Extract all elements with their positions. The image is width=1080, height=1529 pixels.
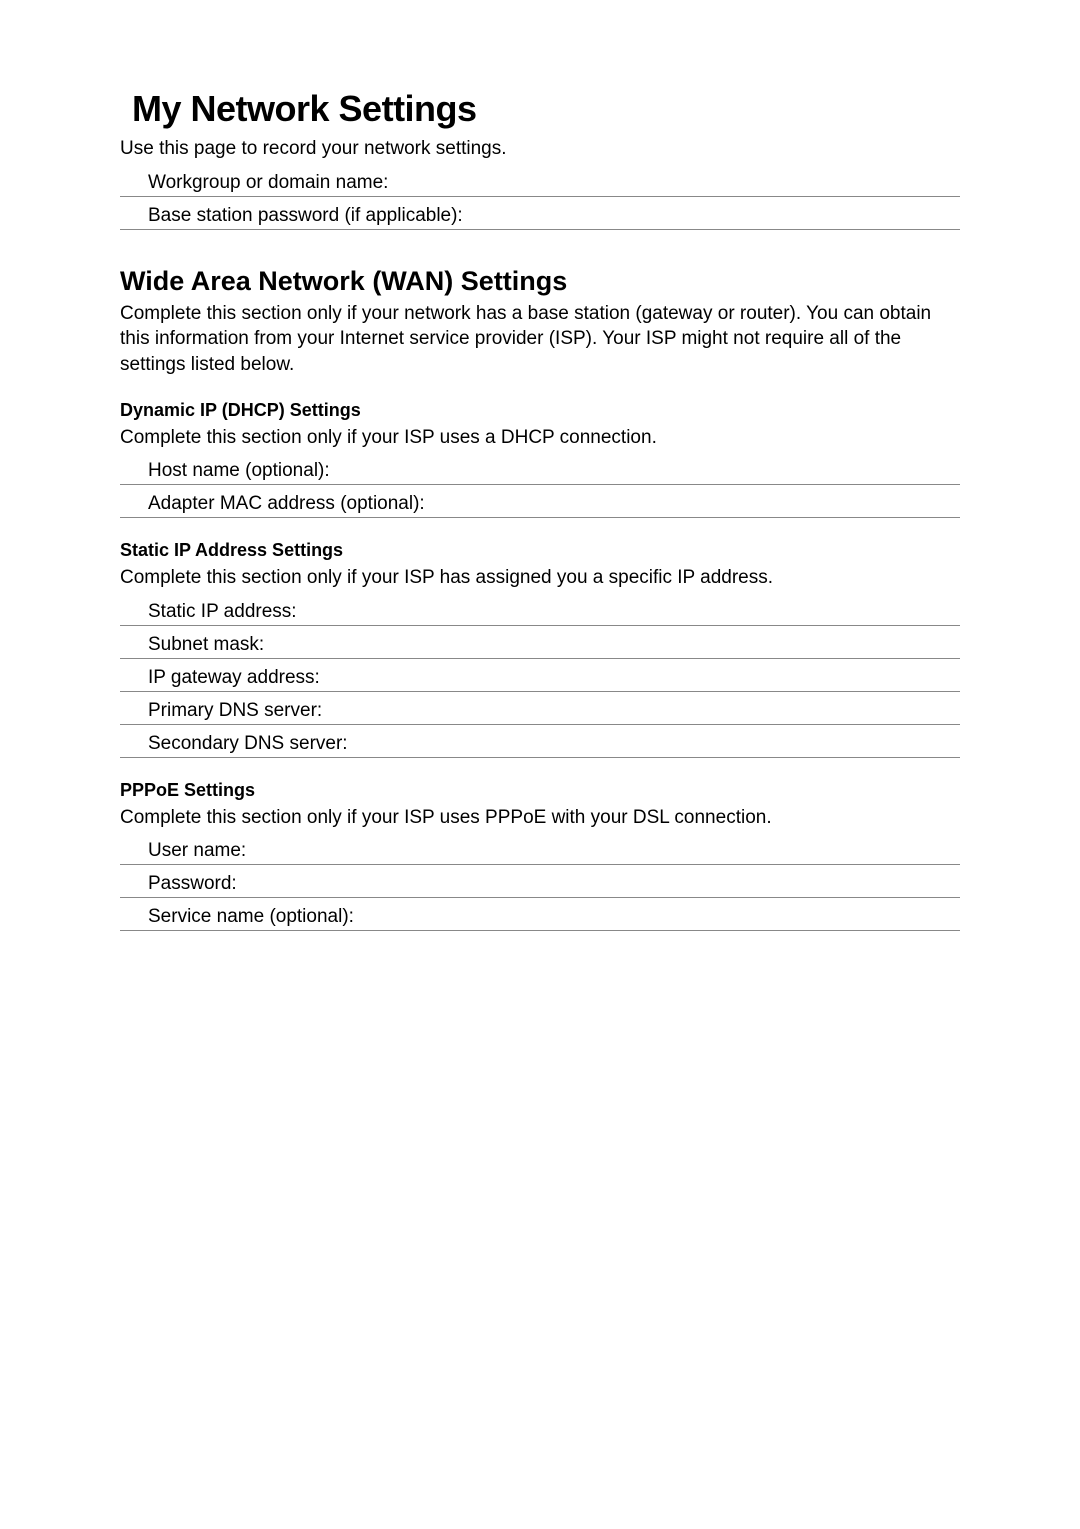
dhcp-description: Complete this section only if your ISP u… [120, 425, 960, 451]
field-label: Password: [148, 873, 237, 895]
field-label: Secondary DNS server: [148, 733, 348, 755]
field-label: Service name (optional): [148, 906, 354, 928]
mac-address-input[interactable] [425, 493, 960, 515]
ip-gateway-input[interactable] [320, 667, 960, 689]
staticip-subsection-title: Static IP Address Settings [120, 540, 960, 561]
page-title: My Network Settings [120, 88, 960, 130]
pppoe-subsection-title: PPPoE Settings [120, 780, 960, 801]
field-label: Primary DNS server: [148, 700, 322, 722]
pppoe-description: Complete this section only if your ISP u… [120, 805, 960, 831]
top-fields-group: Workgroup or domain name: Base station p… [120, 172, 960, 230]
hostname-input[interactable] [330, 460, 960, 482]
workgroup-input[interactable] [388, 172, 960, 194]
field-row-gateway: IP gateway address: [120, 667, 960, 692]
field-label: Static IP address: [148, 601, 297, 623]
field-row-password: Base station password (if applicable): [120, 205, 960, 230]
field-row-mac: Adapter MAC address (optional): [120, 493, 960, 518]
field-row-secondarydns: Secondary DNS server: [120, 733, 960, 758]
field-label: Subnet mask: [148, 634, 264, 656]
field-row-pppoe-password: Password: [120, 873, 960, 898]
field-row-workgroup: Workgroup or domain name: [120, 172, 960, 197]
field-row-primarydns: Primary DNS server: [120, 700, 960, 725]
secondary-dns-input[interactable] [348, 733, 960, 755]
pppoe-service-name-input[interactable] [354, 906, 960, 928]
subnet-mask-input[interactable] [264, 634, 960, 656]
pppoe-username-input[interactable] [246, 840, 960, 862]
pppoe-fields-group: User name: Password: Service name (optio… [120, 840, 960, 931]
field-row-staticip: Static IP address: [120, 601, 960, 626]
dhcp-fields-group: Host name (optional): Adapter MAC addres… [120, 460, 960, 518]
primary-dns-input[interactable] [322, 700, 960, 722]
wan-section-title: Wide Area Network (WAN) Settings [120, 266, 960, 297]
field-label: IP gateway address: [148, 667, 320, 689]
staticip-fields-group: Static IP address: Subnet mask: IP gatew… [120, 601, 960, 758]
field-row-servicename: Service name (optional): [120, 906, 960, 931]
field-row-hostname: Host name (optional): [120, 460, 960, 485]
field-label: Base station password (if applicable): [148, 205, 463, 227]
field-row-username: User name: [120, 840, 960, 865]
wan-description: Complete this section only if your netwo… [120, 301, 960, 378]
field-row-subnet: Subnet mask: [120, 634, 960, 659]
field-label: Adapter MAC address (optional): [148, 493, 425, 515]
page-description: Use this page to record your network set… [120, 136, 960, 162]
static-ip-input[interactable] [297, 601, 960, 623]
staticip-description: Complete this section only if your ISP h… [120, 565, 960, 591]
field-label: Workgroup or domain name: [148, 172, 388, 194]
dhcp-subsection-title: Dynamic IP (DHCP) Settings [120, 400, 960, 421]
pppoe-password-input[interactable] [237, 873, 960, 895]
base-station-password-input[interactable] [463, 205, 960, 227]
field-label: Host name (optional): [148, 460, 330, 482]
field-label: User name: [148, 840, 246, 862]
